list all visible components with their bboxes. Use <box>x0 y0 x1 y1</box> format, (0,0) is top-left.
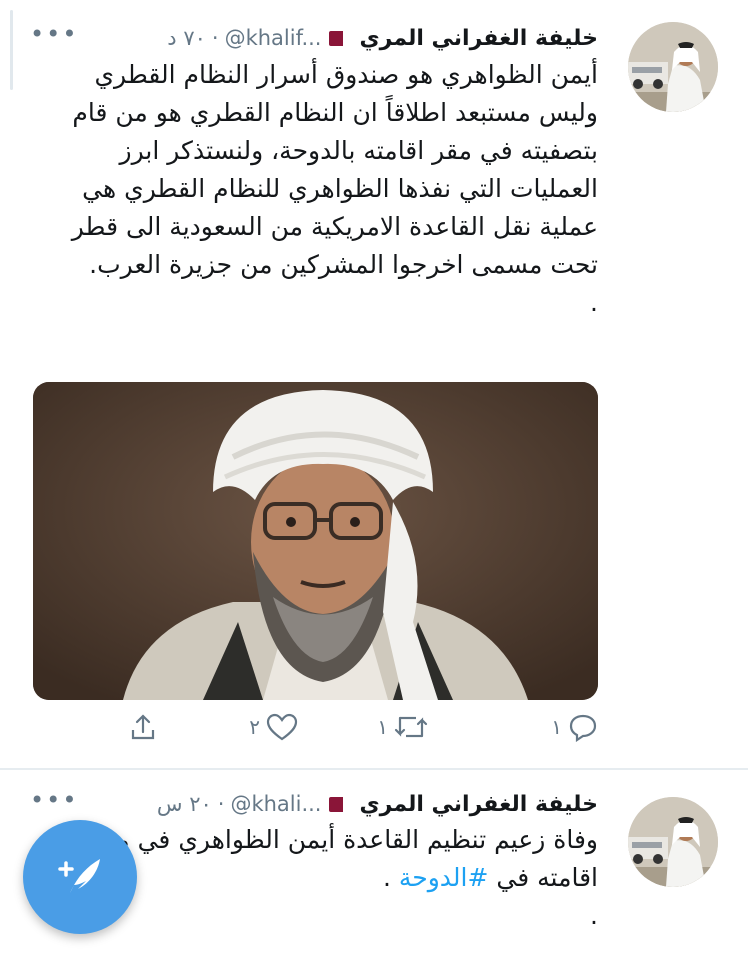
reply-button[interactable]: ١ <box>551 712 598 742</box>
user-handle[interactable]: @khali... <box>230 792 321 816</box>
tweet-text-body: أيمن الظواهري هو صندوق أسرار النظام القط… <box>71 60 598 279</box>
compose-tweet-button[interactable] <box>23 820 137 934</box>
heart-icon <box>266 713 298 741</box>
qatar-flag-icon <box>329 796 352 812</box>
hashtag-link[interactable]: #الدوحة <box>399 863 489 892</box>
qatar-flag-icon <box>329 30 352 46</box>
more-options-icon[interactable]: ••• <box>30 20 78 48</box>
tweet-image[interactable] <box>33 382 598 700</box>
compose-tweet-icon <box>58 859 100 893</box>
display-name[interactable]: خليفة الغفراني المري <box>359 26 598 51</box>
tweet-text-end: . <box>590 901 598 930</box>
more-options-icon[interactable]: ••• <box>30 786 78 814</box>
avatar[interactable] <box>628 22 718 112</box>
tweet[interactable]: خليفة الغفراني المري @khalif... · ٧٠ د •… <box>0 0 748 768</box>
separator-dot: · <box>217 792 225 816</box>
like-button[interactable]: ٢ <box>249 712 298 742</box>
reply-icon <box>569 714 597 742</box>
user-handle[interactable]: @khalif... <box>225 26 322 50</box>
reply-count: ١ <box>551 715 562 739</box>
tweet-time[interactable]: ٢٠ س <box>157 792 212 816</box>
tweet-header: خليفة الغفراني المري @khali... · ٢٠ س <box>30 784 598 824</box>
retweet-count: ١ <box>377 715 388 739</box>
display-name[interactable]: خليفة الغفراني المري <box>359 792 598 817</box>
share-button[interactable] <box>128 712 158 742</box>
tweet-text: أيمن الظواهري هو صندوق أسرار النظام القط… <box>30 56 598 322</box>
tweet-text-end: . <box>590 288 598 317</box>
retweet-icon <box>394 716 428 738</box>
share-icon <box>131 714 155 740</box>
tweet-actions: ١ ١ ٢ <box>100 712 598 756</box>
like-count: ٢ <box>249 715 260 739</box>
retweet-button[interactable]: ١ <box>377 712 428 742</box>
avatar[interactable] <box>628 797 718 887</box>
tweet-text-tail: . <box>382 863 399 892</box>
separator-dot: · <box>211 26 219 50</box>
tweet-text-body: وفاة زعيم تنظيم القاعدة أيمن الظواهري في… <box>89 825 598 892</box>
tweet-header: خليفة الغفراني المري @khalif... · ٧٠ د <box>30 18 598 58</box>
tweet-time[interactable]: ٧٠ د <box>167 26 206 50</box>
